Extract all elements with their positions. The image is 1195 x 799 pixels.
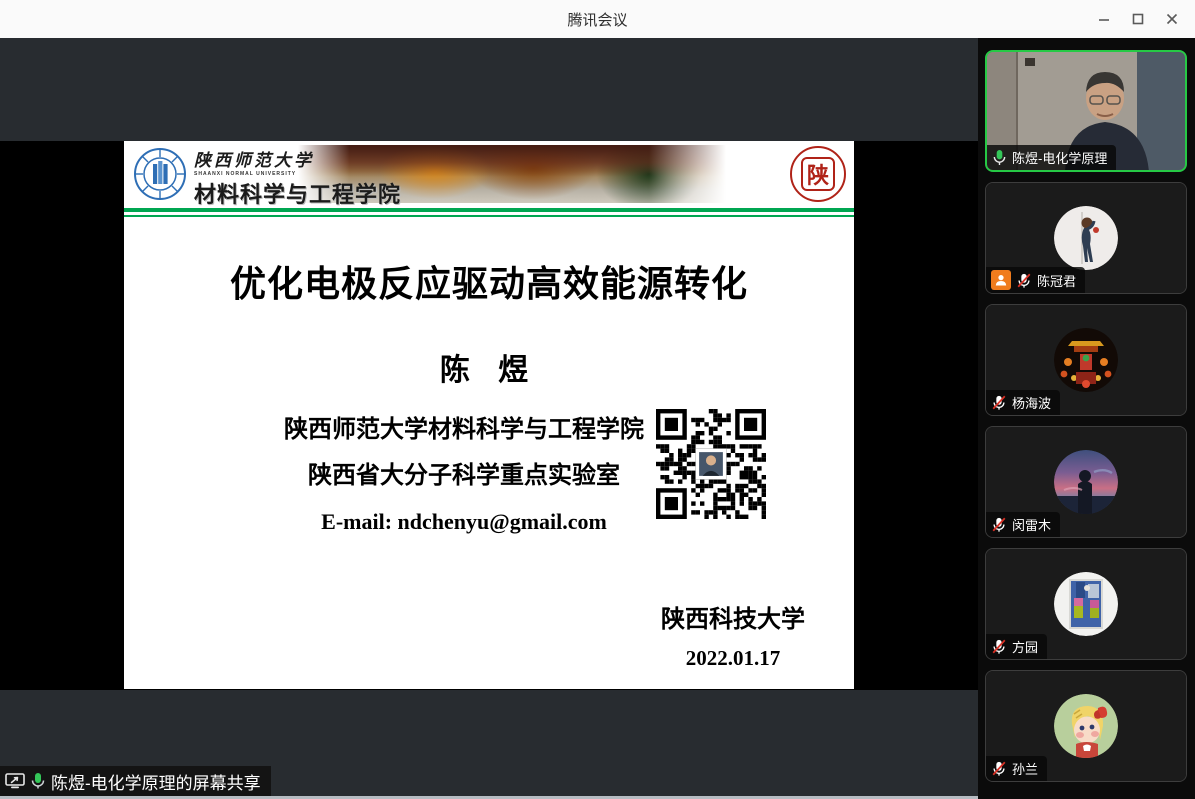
- affiliation-line-2: 陕西省大分子科学重点实验室: [254, 453, 674, 499]
- participant-namebar: 陈煜-电化学原理: [987, 145, 1116, 170]
- school-name-cn: 材料科学与工程学院: [194, 177, 494, 209]
- participant-tile[interactable]: 陈煜-电化学原理: [985, 50, 1187, 172]
- presenter-mic-icon: [30, 772, 46, 790]
- presentation-slide: 陕西师范大学 SHAANXI NORMAL UNIVERSITY 材料科学与工程…: [124, 141, 854, 689]
- participant-name: 孙兰: [1012, 759, 1038, 778]
- header-divider: [124, 208, 854, 217]
- author-name: 陈 煜: [124, 345, 854, 389]
- university-logo-icon: [133, 147, 187, 201]
- shared-screen-view: 陕西师范大学 SHAANXI NORMAL UNIVERSITY 材料科学与工程…: [0, 38, 978, 799]
- avatar: [1054, 450, 1118, 514]
- window-titlebar[interactable]: 腾讯会议: [0, 0, 1195, 38]
- participant-tile[interactable]: 闵雷木: [985, 426, 1187, 538]
- maximize-button[interactable]: [1121, 4, 1155, 34]
- affiliation-block: 陕西师范大学材料科学与工程学院 陕西省大分子科学重点实验室 E-mail: nd…: [254, 407, 674, 545]
- participant-tile[interactable]: 方园: [985, 548, 1187, 660]
- participant-name: 杨海波: [1012, 393, 1051, 412]
- participant-namebar: 杨海波: [986, 390, 1060, 415]
- university-name-cn: 陕西师范大学: [194, 146, 494, 171]
- window-controls: [1087, 0, 1189, 38]
- affiliation-line-1: 陕西师范大学材料科学与工程学院: [254, 407, 674, 453]
- university-seal-icon: 陕: [790, 146, 846, 202]
- slide-date: 2022.01.17: [633, 646, 833, 671]
- venue-block: 陕西科技大学 2022.01.17: [633, 599, 833, 671]
- participant-name: 方园: [1012, 637, 1038, 656]
- maximize-icon: [1131, 12, 1145, 26]
- participant-tile[interactable]: 杨海波: [985, 304, 1187, 416]
- window-title: 腾讯会议: [567, 9, 627, 30]
- mic-on-icon: [992, 149, 1007, 166]
- participant-tile[interactable]: 孙兰: [985, 670, 1187, 782]
- mic-muted-icon: [991, 760, 1007, 777]
- close-icon: [1165, 12, 1179, 26]
- qr-code: [656, 409, 766, 519]
- tencent-meeting-window: 腾讯会议: [0, 0, 1195, 799]
- email-line: E-mail: ndchenyu@gmail.com: [254, 499, 674, 545]
- avatar: [1054, 694, 1118, 758]
- participant-namebar: 方园: [986, 634, 1047, 659]
- mic-muted-icon: [991, 516, 1007, 533]
- slide-header-banner: 陕西师范大学 SHAANXI NORMAL UNIVERSITY 材料科学与工程…: [130, 145, 848, 203]
- venue-name: 陕西科技大学: [633, 599, 833, 634]
- screen-share-status-banner: 陈煜-电化学原理的屏幕共享: [0, 766, 271, 796]
- participant-name: 闵雷木: [1012, 515, 1051, 534]
- participant-namebar: 陈冠君: [986, 267, 1085, 293]
- participants-sidebar: 陈煜-电化学原理: [978, 38, 1195, 799]
- avatar: [1054, 572, 1118, 636]
- university-name-block: 陕西师范大学 SHAANXI NORMAL UNIVERSITY 材料科学与工程…: [194, 146, 494, 216]
- close-button[interactable]: [1155, 4, 1189, 34]
- mic-muted-icon: [991, 638, 1007, 655]
- minimize-button[interactable]: [1087, 4, 1121, 34]
- participant-name: 陈冠君: [1037, 271, 1076, 290]
- mic-muted-icon: [991, 394, 1007, 411]
- screen-share-status-text: 陈煜-电化学原理的屏幕共享: [51, 769, 261, 794]
- participant-namebar: 闵雷木: [986, 512, 1060, 537]
- member-badge-icon: [991, 270, 1011, 290]
- avatar: [1054, 206, 1118, 270]
- screen-share-icon: [5, 772, 25, 790]
- participant-name: 陈煜-电化学原理: [1012, 148, 1107, 167]
- avatar: [1054, 328, 1118, 392]
- mic-muted-icon: [1016, 272, 1032, 289]
- participant-namebar: 孙兰: [986, 756, 1047, 781]
- slide-title: 优化电极反应驱动高效能源转化: [124, 255, 854, 307]
- minimize-icon: [1097, 12, 1111, 26]
- participant-tile[interactable]: 陈冠君: [985, 182, 1187, 294]
